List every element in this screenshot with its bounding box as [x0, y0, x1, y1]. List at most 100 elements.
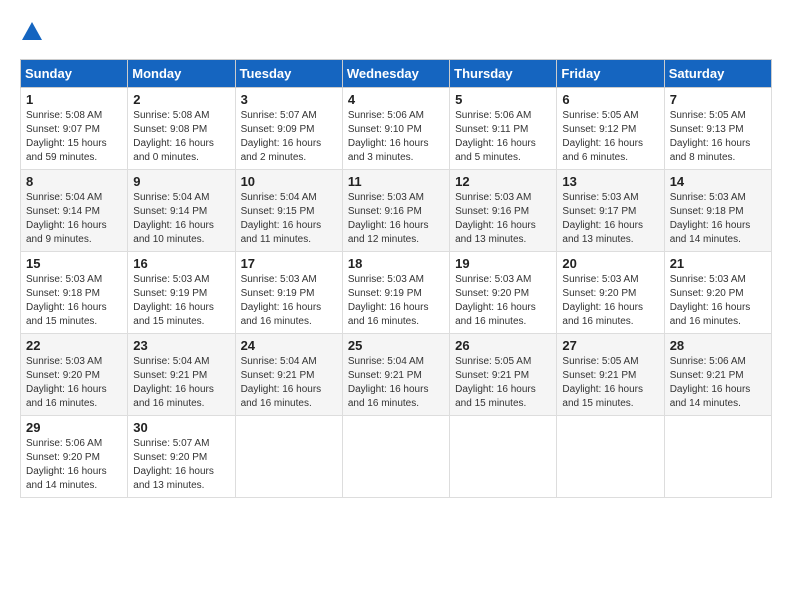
day-info: Sunrise: 5:05 AM Sunset: 9:12 PM Dayligh… — [562, 109, 658, 165]
day-info: Sunrise: 5:06 AM Sunset: 9:20 PM Dayligh… — [26, 437, 122, 493]
calendar-day-cell: 20 Sunrise: 5:03 AM Sunset: 9:20 PM Dayl… — [557, 252, 664, 334]
calendar-week-row: 15 Sunrise: 5:03 AM Sunset: 9:18 PM Dayl… — [21, 252, 772, 334]
day-info: Sunrise: 5:08 AM Sunset: 9:08 PM Dayligh… — [133, 109, 229, 165]
day-number: 25 — [348, 338, 444, 353]
day-number: 26 — [455, 338, 551, 353]
calendar-day-cell: 18 Sunrise: 5:03 AM Sunset: 9:19 PM Dayl… — [342, 252, 449, 334]
day-number: 4 — [348, 92, 444, 107]
day-number: 13 — [562, 174, 658, 189]
day-number: 16 — [133, 256, 229, 271]
calendar-day-cell: 11 Sunrise: 5:03 AM Sunset: 9:16 PM Dayl… — [342, 170, 449, 252]
calendar-table: SundayMondayTuesdayWednesdayThursdayFrid… — [20, 59, 772, 498]
day-info: Sunrise: 5:04 AM Sunset: 9:21 PM Dayligh… — [241, 355, 337, 411]
day-number: 3 — [241, 92, 337, 107]
day-info: Sunrise: 5:03 AM Sunset: 9:20 PM Dayligh… — [670, 273, 766, 329]
day-number: 7 — [670, 92, 766, 107]
day-number: 18 — [348, 256, 444, 271]
day-info: Sunrise: 5:03 AM Sunset: 9:20 PM Dayligh… — [26, 355, 122, 411]
day-info: Sunrise: 5:04 AM Sunset: 9:15 PM Dayligh… — [241, 191, 337, 247]
day-number: 14 — [670, 174, 766, 189]
calendar-day-cell: 10 Sunrise: 5:04 AM Sunset: 9:15 PM Dayl… — [235, 170, 342, 252]
calendar-day-header: Monday — [128, 60, 235, 88]
day-number: 21 — [670, 256, 766, 271]
day-info: Sunrise: 5:03 AM Sunset: 9:19 PM Dayligh… — [133, 273, 229, 329]
day-number: 29 — [26, 420, 122, 435]
calendar-day-cell: 22 Sunrise: 5:03 AM Sunset: 9:20 PM Dayl… — [21, 334, 128, 416]
day-number: 24 — [241, 338, 337, 353]
calendar-empty-cell — [557, 416, 664, 498]
day-info: Sunrise: 5:03 AM Sunset: 9:16 PM Dayligh… — [455, 191, 551, 247]
day-info: Sunrise: 5:04 AM Sunset: 9:21 PM Dayligh… — [348, 355, 444, 411]
calendar-empty-cell — [450, 416, 557, 498]
calendar-day-cell: 17 Sunrise: 5:03 AM Sunset: 9:19 PM Dayl… — [235, 252, 342, 334]
day-number: 9 — [133, 174, 229, 189]
calendar-day-cell: 27 Sunrise: 5:05 AM Sunset: 9:21 PM Dayl… — [557, 334, 664, 416]
calendar-day-cell: 19 Sunrise: 5:03 AM Sunset: 9:20 PM Dayl… — [450, 252, 557, 334]
day-info: Sunrise: 5:06 AM Sunset: 9:21 PM Dayligh… — [670, 355, 766, 411]
calendar-day-cell: 9 Sunrise: 5:04 AM Sunset: 9:14 PM Dayli… — [128, 170, 235, 252]
calendar-empty-cell — [342, 416, 449, 498]
calendar-day-cell: 26 Sunrise: 5:05 AM Sunset: 9:21 PM Dayl… — [450, 334, 557, 416]
logo-icon — [20, 20, 44, 44]
calendar-day-cell: 28 Sunrise: 5:06 AM Sunset: 9:21 PM Dayl… — [664, 334, 771, 416]
calendar-day-header: Friday — [557, 60, 664, 88]
calendar-day-cell: 24 Sunrise: 5:04 AM Sunset: 9:21 PM Dayl… — [235, 334, 342, 416]
day-info: Sunrise: 5:03 AM Sunset: 9:20 PM Dayligh… — [562, 273, 658, 329]
day-number: 19 — [455, 256, 551, 271]
calendar-day-cell: 16 Sunrise: 5:03 AM Sunset: 9:19 PM Dayl… — [128, 252, 235, 334]
day-info: Sunrise: 5:05 AM Sunset: 9:21 PM Dayligh… — [455, 355, 551, 411]
day-info: Sunrise: 5:03 AM Sunset: 9:18 PM Dayligh… — [26, 273, 122, 329]
day-info: Sunrise: 5:04 AM Sunset: 9:21 PM Dayligh… — [133, 355, 229, 411]
calendar-day-cell: 25 Sunrise: 5:04 AM Sunset: 9:21 PM Dayl… — [342, 334, 449, 416]
calendar-week-row: 29 Sunrise: 5:06 AM Sunset: 9:20 PM Dayl… — [21, 416, 772, 498]
day-number: 12 — [455, 174, 551, 189]
calendar-day-cell: 15 Sunrise: 5:03 AM Sunset: 9:18 PM Dayl… — [21, 252, 128, 334]
day-number: 20 — [562, 256, 658, 271]
calendar-day-header: Tuesday — [235, 60, 342, 88]
calendar-day-cell: 6 Sunrise: 5:05 AM Sunset: 9:12 PM Dayli… — [557, 88, 664, 170]
day-number: 2 — [133, 92, 229, 107]
day-info: Sunrise: 5:03 AM Sunset: 9:19 PM Dayligh… — [241, 273, 337, 329]
day-info: Sunrise: 5:07 AM Sunset: 9:09 PM Dayligh… — [241, 109, 337, 165]
calendar-day-cell: 29 Sunrise: 5:06 AM Sunset: 9:20 PM Dayl… — [21, 416, 128, 498]
day-info: Sunrise: 5:03 AM Sunset: 9:18 PM Dayligh… — [670, 191, 766, 247]
calendar-day-cell: 14 Sunrise: 5:03 AM Sunset: 9:18 PM Dayl… — [664, 170, 771, 252]
day-number: 23 — [133, 338, 229, 353]
day-number: 10 — [241, 174, 337, 189]
calendar-empty-cell — [664, 416, 771, 498]
day-number: 6 — [562, 92, 658, 107]
calendar-day-cell: 1 Sunrise: 5:08 AM Sunset: 9:07 PM Dayli… — [21, 88, 128, 170]
day-number: 11 — [348, 174, 444, 189]
calendar-day-header: Thursday — [450, 60, 557, 88]
day-info: Sunrise: 5:05 AM Sunset: 9:13 PM Dayligh… — [670, 109, 766, 165]
day-number: 30 — [133, 420, 229, 435]
day-info: Sunrise: 5:03 AM Sunset: 9:19 PM Dayligh… — [348, 273, 444, 329]
day-info: Sunrise: 5:04 AM Sunset: 9:14 PM Dayligh… — [133, 191, 229, 247]
calendar-day-header: Saturday — [664, 60, 771, 88]
day-info: Sunrise: 5:06 AM Sunset: 9:11 PM Dayligh… — [455, 109, 551, 165]
page-header — [20, 20, 772, 44]
day-info: Sunrise: 5:08 AM Sunset: 9:07 PM Dayligh… — [26, 109, 122, 165]
day-number: 1 — [26, 92, 122, 107]
day-info: Sunrise: 5:05 AM Sunset: 9:21 PM Dayligh… — [562, 355, 658, 411]
day-number: 27 — [562, 338, 658, 353]
calendar-empty-cell — [235, 416, 342, 498]
day-number: 28 — [670, 338, 766, 353]
day-info: Sunrise: 5:07 AM Sunset: 9:20 PM Dayligh… — [133, 437, 229, 493]
calendar-day-cell: 13 Sunrise: 5:03 AM Sunset: 9:17 PM Dayl… — [557, 170, 664, 252]
calendar-day-cell: 12 Sunrise: 5:03 AM Sunset: 9:16 PM Dayl… — [450, 170, 557, 252]
day-info: Sunrise: 5:03 AM Sunset: 9:16 PM Dayligh… — [348, 191, 444, 247]
day-number: 15 — [26, 256, 122, 271]
calendar-day-cell: 5 Sunrise: 5:06 AM Sunset: 9:11 PM Dayli… — [450, 88, 557, 170]
calendar-header-row: SundayMondayTuesdayWednesdayThursdayFrid… — [21, 60, 772, 88]
day-info: Sunrise: 5:04 AM Sunset: 9:14 PM Dayligh… — [26, 191, 122, 247]
calendar-day-cell: 3 Sunrise: 5:07 AM Sunset: 9:09 PM Dayli… — [235, 88, 342, 170]
calendar-day-cell: 23 Sunrise: 5:04 AM Sunset: 9:21 PM Dayl… — [128, 334, 235, 416]
calendar-day-cell: 21 Sunrise: 5:03 AM Sunset: 9:20 PM Dayl… — [664, 252, 771, 334]
calendar-day-cell: 30 Sunrise: 5:07 AM Sunset: 9:20 PM Dayl… — [128, 416, 235, 498]
logo — [20, 20, 48, 44]
calendar-day-cell: 2 Sunrise: 5:08 AM Sunset: 9:08 PM Dayli… — [128, 88, 235, 170]
day-info: Sunrise: 5:03 AM Sunset: 9:17 PM Dayligh… — [562, 191, 658, 247]
day-number: 22 — [26, 338, 122, 353]
calendar-week-row: 8 Sunrise: 5:04 AM Sunset: 9:14 PM Dayli… — [21, 170, 772, 252]
